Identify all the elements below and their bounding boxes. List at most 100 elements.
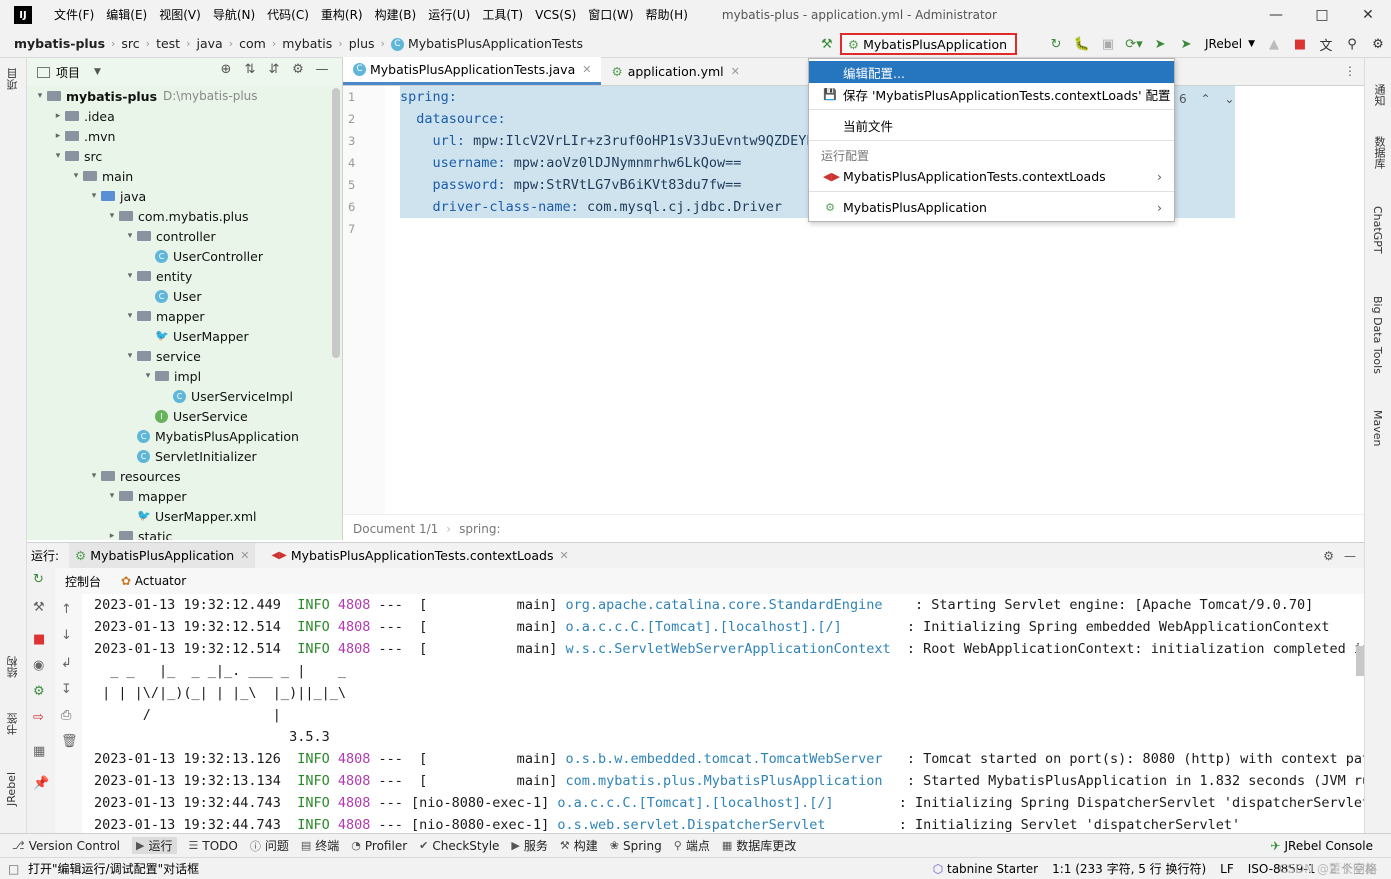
cursor-position[interactable]: 1:1 (233 字符, 5 行 换行符) <box>1052 860 1206 877</box>
jrebel-tool-tab[interactable]: JRebel <box>5 772 18 806</box>
arrow-down-icon[interactable]: ↓ <box>61 628 72 643</box>
tree-node[interactable]: ▾ entity <box>27 266 342 286</box>
collapse-all-icon[interactable]: ⇵ <box>262 62 286 77</box>
jrebel-debug-icon[interactable]: ➤ <box>1175 33 1197 55</box>
notifications-tool-tab[interactable]: 通知 <box>1371 84 1387 106</box>
line-separator[interactable]: LF <box>1220 862 1234 876</box>
chevron-down-icon[interactable]: ▾ <box>51 151 65 161</box>
stop-icon[interactable]: ■ <box>1289 33 1311 55</box>
locate-icon[interactable]: ⊕ <box>214 62 238 77</box>
tree-node[interactable]: C User <box>27 286 342 306</box>
project-scrollbar[interactable] <box>332 88 340 358</box>
bottom-tool-problems[interactable]: ⓘ 问题 <box>250 837 289 854</box>
bottom-tool-build[interactable]: ⚒ 构建 <box>560 837 598 854</box>
chatgpt-tool-tab[interactable]: ChatGPT <box>1371 206 1384 254</box>
menu-item[interactable]: 编辑(E) <box>100 0 153 30</box>
structure-tool-tab[interactable]: 结构 <box>5 656 21 678</box>
run-tab-contextloads[interactable]: ◀▶ MybatisPlusApplicationTests.contextLo… <box>265 543 574 569</box>
tree-node[interactable]: ▸ static <box>27 526 342 540</box>
run-tab-application[interactable]: ⚙ MybatisPlusApplication ✕ <box>69 542 256 569</box>
bottom-tool-run[interactable]: ▶ 运行 <box>132 837 177 854</box>
menu-item[interactable]: 运行(U) <box>422 0 476 30</box>
tab-actuator[interactable]: ✿ Actuator <box>111 574 196 588</box>
breadcrumb-item[interactable]: src <box>121 36 139 51</box>
chevron-down-icon[interactable]: ▾ <box>69 171 83 181</box>
close-icon[interactable]: ✕ <box>582 63 591 76</box>
tree-node[interactable]: ▾ service <box>27 346 342 366</box>
bottom-tool-branch[interactable]: ⎇ Version Control <box>12 839 120 853</box>
tree-node[interactable]: ▾ src <box>27 146 342 166</box>
search-icon[interactable]: ⚲ <box>1341 33 1363 55</box>
close-icon[interactable]: ✕ <box>240 549 249 562</box>
jrebel-selector[interactable]: JRebel ▼ <box>1199 37 1261 51</box>
bottom-tool-database-changes[interactable]: ▦ 数据库更改 <box>722 837 796 854</box>
tree-node[interactable]: 🐦 UserMapper <box>27 326 342 346</box>
log-logger[interactable]: o.a.c.c.C.[Tomcat].[localhost].[/] <box>565 619 898 635</box>
debug-icon[interactable]: 🐛 <box>1071 33 1093 55</box>
chevron-down-icon[interactable]: ▾ <box>33 91 47 101</box>
jrebel-run-icon[interactable]: ➤ <box>1149 33 1171 55</box>
wrench-icon[interactable]: ⚒ <box>33 600 45 615</box>
tree-node[interactable]: ▾ impl <box>27 366 342 386</box>
chevron-down-icon[interactable]: ▾ <box>123 231 137 241</box>
bottom-tool-terminal[interactable]: ▤ 终端 <box>301 837 339 854</box>
menu-item[interactable]: 代码(C) <box>261 0 315 30</box>
bottom-tool-endpoints[interactable]: ⚲ 端点 <box>674 837 710 854</box>
bottom-tool-checkstyle[interactable]: ✔ CheckStyle <box>419 839 499 853</box>
chevron-down-icon[interactable]: ▾ <box>123 271 137 281</box>
menu-item[interactable]: 窗口(W) <box>582 0 639 30</box>
tree-node[interactable]: ▾ java <box>27 186 342 206</box>
menu-item[interactable]: 文件(F) <box>48 0 100 30</box>
breadcrumb-item[interactable]: mybatis-plus <box>14 36 105 51</box>
tree-node[interactable]: C UserServiceImpl <box>27 386 342 406</box>
tree-node[interactable]: ▾ mapper <box>27 486 342 506</box>
tree-node[interactable]: ▾ com.mybatis.plus <box>27 206 342 226</box>
gear-icon[interactable]: ⚙ <box>286 62 310 77</box>
camera-icon[interactable]: ◉ <box>33 658 44 673</box>
chevron-up-icon[interactable]: ⌃ <box>1200 92 1210 106</box>
config-application-item[interactable]: ⚙ MybatisPlusApplication › <box>809 196 1174 218</box>
log-logger[interactable]: w.s.c.ServletWebServerApplicationContext <box>565 641 898 657</box>
exit-icon[interactable]: ⇨ <box>33 710 44 725</box>
bookmarks-tool-tab[interactable]: 书签 <box>5 713 21 735</box>
bottom-tool-list[interactable]: ☰ TODO <box>189 839 238 853</box>
tree-node[interactable]: ▾ main <box>27 166 342 186</box>
tree-node[interactable]: ▾ mapper <box>27 306 342 326</box>
more-tabs-icon[interactable]: ⋮ <box>1344 64 1356 78</box>
menu-item[interactable]: 重构(R) <box>315 0 369 30</box>
breadcrumb-item[interactable]: test <box>156 36 180 51</box>
layout-toggle-icon[interactable]: □ <box>8 862 19 876</box>
breadcrumb-item[interactable]: plus <box>349 36 375 51</box>
tree-node[interactable]: 🐦 UserMapper.xml <box>27 506 342 526</box>
chevron-down-icon[interactable]: ▾ <box>141 371 155 381</box>
print-icon[interactable]: ⎙ <box>61 708 71 723</box>
close-icon[interactable]: ✕ <box>560 549 569 562</box>
rerun-icon[interactable]: ↻ <box>1045 33 1067 55</box>
menu-item[interactable]: 工具(T) <box>476 0 529 30</box>
inspection-count[interactable]: 6 ⌃ ⌄ <box>1179 92 1234 106</box>
tab-application-yml[interactable]: ⚙ application.yml ✕ <box>601 57 749 85</box>
debug-icon[interactable]: ⚙ <box>33 684 45 699</box>
log-logger[interactable]: o.a.c.c.C.[Tomcat].[localhost].[/] <box>557 795 890 811</box>
soft-wrap-icon[interactable]: ↲ <box>61 656 72 671</box>
chevron-down-icon[interactable]: ▾ <box>87 191 101 201</box>
stop-icon[interactable]: ■ <box>33 632 45 647</box>
trash-icon[interactable]: 🗑 <box>61 734 78 749</box>
gear-icon[interactable]: ⚙ <box>1323 549 1334 563</box>
menu-item[interactable]: VCS(S) <box>529 0 582 30</box>
breadcrumb-item[interactable]: com <box>239 36 266 51</box>
tree-node[interactable]: ▸ .idea <box>27 106 342 126</box>
log-logger[interactable]: org.apache.catalina.core.StandardEngine <box>565 597 906 613</box>
log-logger[interactable]: o.s.web.servlet.DispatcherServlet <box>557 817 890 833</box>
tab-mybatis-plus-application-tests[interactable]: C MybatisPlusApplicationTests.java ✕ <box>343 57 602 85</box>
expand-all-icon[interactable]: ⇅ <box>238 62 262 77</box>
console-output[interactable]: 2023-01-13 19:32:12.449 INFO 4808 --- [ … <box>82 594 1364 833</box>
jrebel-console-button[interactable]: ✈ JRebel Console <box>1270 839 1373 853</box>
project-panel-title[interactable]: 项目 <box>56 64 80 81</box>
maven-tool-tab[interactable]: Maven <box>1371 410 1384 446</box>
log-logger[interactable]: com.mybatis.plus.MybatisPlusApplication <box>565 773 898 789</box>
chevron-down-icon[interactable]: ▾ <box>87 471 101 481</box>
hammer-build-icon[interactable]: ⚒ <box>816 33 838 55</box>
chevron-right-icon[interactable]: ▸ <box>51 131 65 141</box>
config-contextloads-item[interactable]: ◀▶ MybatisPlusApplicationTests.contextLo… <box>809 165 1174 187</box>
